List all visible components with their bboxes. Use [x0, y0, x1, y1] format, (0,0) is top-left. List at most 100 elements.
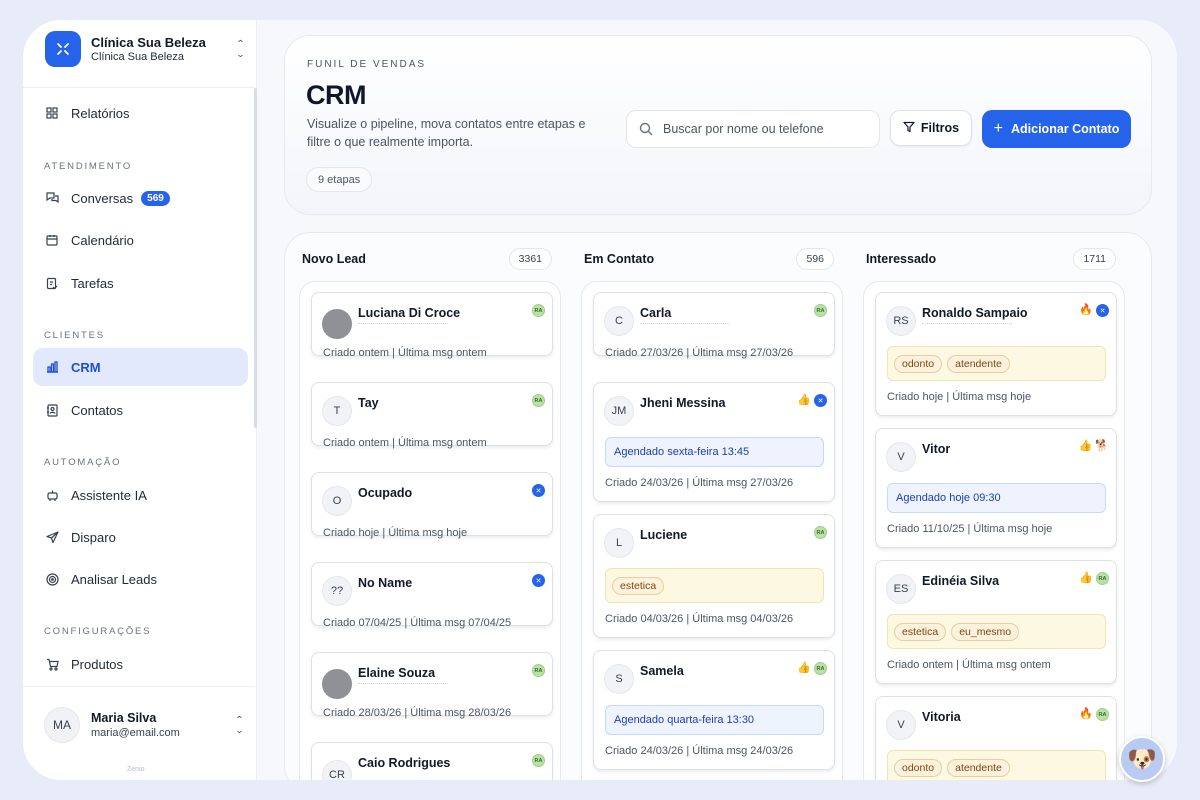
nav-contacts[interactable]: Contatos	[33, 391, 248, 429]
card-meta: Criado 11/10/25 | Última msg hoje	[887, 523, 1053, 535]
filters-button[interactable]: Filtros	[890, 110, 972, 146]
lead-card[interactable]: S Samela 👍 RA Agendado quarta-feira 13:30…	[593, 650, 835, 770]
contact-avatar: ES	[886, 574, 916, 604]
lead-card[interactable]: JM Jheni Messina 👍 ✕ Agendado sexta-feira…	[593, 382, 835, 502]
nav-products[interactable]: Produtos	[33, 645, 248, 683]
contact-name: Edinéia Silva	[922, 574, 1000, 588]
tag[interactable]: atendente	[947, 354, 1010, 373]
search-input[interactable]	[663, 122, 863, 136]
clipboard-check-icon	[45, 276, 59, 290]
lead-card[interactable]: Luciana Di Croce RA Criado ontem | Últim…	[311, 292, 553, 359]
kanban-board: Novo Lead 3361 Luciana Di Croce RA Criad…	[284, 232, 1152, 780]
contact-name: Vitoria	[922, 710, 961, 724]
ra-badge-icon: RA	[814, 304, 827, 317]
nav-analyze-leads[interactable]: Analisar Leads	[33, 560, 248, 598]
tag[interactable]: estetica	[894, 622, 947, 641]
app-window: Clínica Sua Beleza Clínica Sua Beleza ⌃ ⌄…	[23, 20, 1177, 780]
column-card-list[interactable]: RS Ronaldo Sampaio 🔥 ✕ odonto atendente C…	[863, 281, 1125, 780]
contact-avatar: V	[886, 442, 916, 472]
divider	[23, 686, 255, 687]
robot-icon	[45, 488, 59, 502]
appointment-badge: Agendado hoje 09:30	[887, 483, 1106, 513]
contact-avatar: CR	[322, 760, 352, 780]
nav-crm[interactable]: CRM	[33, 348, 248, 386]
column-count: 3361	[508, 248, 552, 270]
nav-reports[interactable]: Relatórios	[33, 94, 248, 132]
tag[interactable]: odonto	[894, 758, 943, 777]
user-menu[interactable]: MA Maria Silva maria@email.com ⌃ ⌄	[44, 706, 244, 744]
page-description: Visualize o pipeline, mova contatos entr…	[307, 117, 586, 149]
ai-bot-icon: ✕	[532, 574, 545, 587]
nav-ai-assistant[interactable]: Assistente IA	[33, 476, 248, 514]
contact-name: No Name	[358, 576, 413, 590]
ai-bot-icon: ✕	[532, 484, 545, 497]
lead-card[interactable]: ES Edinéia Silva 👍 RA estetica eu_mesmo C…	[875, 560, 1117, 684]
calendar-icon	[45, 233, 59, 247]
column-title: Em Contato	[584, 252, 655, 266]
contact-name: Vitor	[922, 442, 951, 456]
appointment-badge: Agendado sexta-feira 13:45	[605, 437, 824, 467]
card-meta: Criado 27/03/26 | Última msg 27/03/26	[605, 347, 794, 359]
tag[interactable]: estetica	[612, 576, 665, 595]
nav-reports-label: Relatórios	[71, 105, 130, 121]
thumbs-up-icon: 👍	[1078, 440, 1093, 452]
thumbs-up-icon: 👍	[797, 394, 811, 406]
tag[interactable]: odonto	[894, 354, 943, 373]
lead-card[interactable]: T Tay RA Criado ontem | Última msg ontem	[311, 382, 553, 449]
tags-box: odonto atendente	[887, 346, 1106, 381]
nav-dispatch-label: Disparo	[71, 529, 116, 545]
org-name: Clínica Sua Beleza	[91, 35, 206, 50]
cart-icon	[45, 657, 59, 671]
ra-badge-icon: RA	[532, 304, 545, 317]
page-header: FUNIL DE VENDAS CRM Visualize o pipeline…	[284, 35, 1152, 215]
contact-avatar: C	[604, 306, 634, 336]
lead-card[interactable]: RS Ronaldo Sampaio 🔥 ✕ odonto atendente C…	[875, 292, 1117, 416]
tags-box: estetica	[605, 568, 824, 603]
lead-card[interactable]: O Ocupado ✕ Criado hoje | Última msg hoj…	[311, 472, 553, 539]
contact-subtitle	[358, 323, 448, 324]
nav-dispatch[interactable]: Disparo	[33, 518, 248, 556]
user-avatar: MA	[44, 707, 80, 743]
ai-bot-icon: ✕	[1096, 304, 1109, 317]
contact-avatar: O	[322, 486, 352, 516]
contact-name: Luciene	[640, 528, 688, 542]
nav-tasks[interactable]: Tarefas	[33, 264, 248, 302]
assistant-mascot-button[interactable]: 🐶	[1119, 736, 1165, 782]
lead-card[interactable]: Elaine Souza RA Criado 28/03/26 | Última…	[311, 652, 553, 719]
card-meta: Criado 28/03/26 | Última msg 28/03/26	[323, 707, 512, 719]
contact-avatar: L	[604, 528, 634, 558]
section-attendance: ATENDIMENTO	[44, 161, 133, 172]
contact-name: Samela	[640, 664, 684, 678]
search-box[interactable]	[626, 110, 880, 148]
tag[interactable]: atendente	[947, 758, 1010, 777]
section-clients: CLIENTES	[44, 330, 105, 341]
plus-icon: +	[993, 120, 1003, 137]
target-icon	[45, 572, 59, 586]
tag[interactable]: eu_mesmo	[951, 622, 1020, 641]
lead-card[interactable]: CR Caio Rodrigues RA	[311, 742, 553, 780]
ra-badge-icon: RA	[1096, 708, 1109, 721]
nav-conversations[interactable]: Conversas 569	[33, 179, 248, 217]
ra-badge-icon: RA	[814, 526, 827, 539]
main-content: FUNIL DE VENDAS CRM Visualize o pipeline…	[257, 20, 1177, 780]
lead-card[interactable]: L Luciene RA estetica Criado 04/03/26 | …	[593, 514, 835, 638]
column-card-list[interactable]: C Carla RA Criado 27/03/26 | Última msg …	[581, 281, 843, 780]
card-meta: Criado 07/04/25 | Última msg 07/04/25	[323, 617, 512, 629]
user-name: Maria Silva	[91, 711, 157, 725]
lead-card[interactable]: V Vitor 👍 🐕 Agendado hoje 09:30 Criado 11…	[875, 428, 1117, 548]
divider	[23, 87, 255, 88]
column-count: 1711	[1073, 248, 1116, 270]
org-switcher[interactable]: Clínica Sua Beleza Clínica Sua Beleza ⌃ ⌄	[45, 30, 245, 68]
org-logo-icon	[45, 31, 81, 67]
lead-card[interactable]: V Vitoria 🔥 RA odonto atendente	[875, 696, 1117, 780]
contact-subtitle	[358, 683, 448, 684]
add-contact-button[interactable]: + Adicionar Contato	[982, 110, 1131, 148]
column-card-list[interactable]: Luciana Di Croce RA Criado ontem | Últim…	[299, 281, 561, 780]
nav-calendar[interactable]: Calendário	[33, 221, 248, 259]
lead-card[interactable]: ?? No Name ✕ Criado 07/04/25 | Última ms…	[311, 562, 553, 629]
ra-badge-icon: RA	[814, 662, 827, 675]
contact-name: Ronaldo Sampaio	[922, 306, 1028, 320]
contact-avatar: ??	[322, 576, 352, 606]
lead-card[interactable]: C Carla RA Criado 27/03/26 | Última msg …	[593, 292, 835, 359]
nav-calendar-label: Calendário	[71, 232, 134, 248]
